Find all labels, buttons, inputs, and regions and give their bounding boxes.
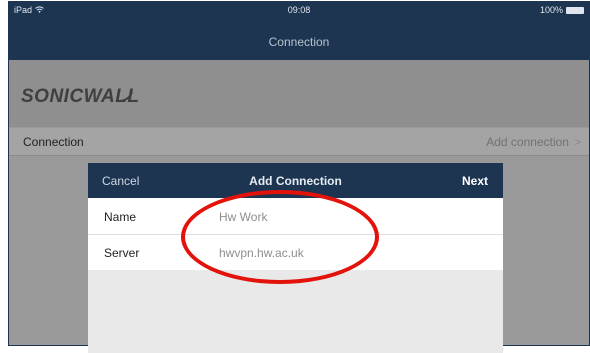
connection-label: Connection [23,135,84,149]
server-label: Server [104,246,140,260]
name-label: Name [104,210,137,224]
status-battery: 100% [540,5,584,15]
connection-row[interactable]: Connection Add connection > [9,128,589,156]
add-connection-link[interactable]: Add connection > [486,135,581,149]
dialog-title: Add Connection [249,174,342,188]
page-title: Connection [268,35,330,49]
navigation-bar: iPad 09:08 100% Connection [9,2,589,60]
battery-percent: 100% [539,5,563,15]
logo-swoosh-icon [115,91,133,103]
chevron-right-icon: > [573,135,581,149]
annotation-ellipse [181,190,379,284]
logo-banner: SONICWALL [9,60,589,127]
add-connection-label: Add connection [486,135,569,149]
battery-icon [566,6,584,14]
status-time: 09:08 [287,5,311,15]
next-button[interactable]: Next [462,174,488,188]
